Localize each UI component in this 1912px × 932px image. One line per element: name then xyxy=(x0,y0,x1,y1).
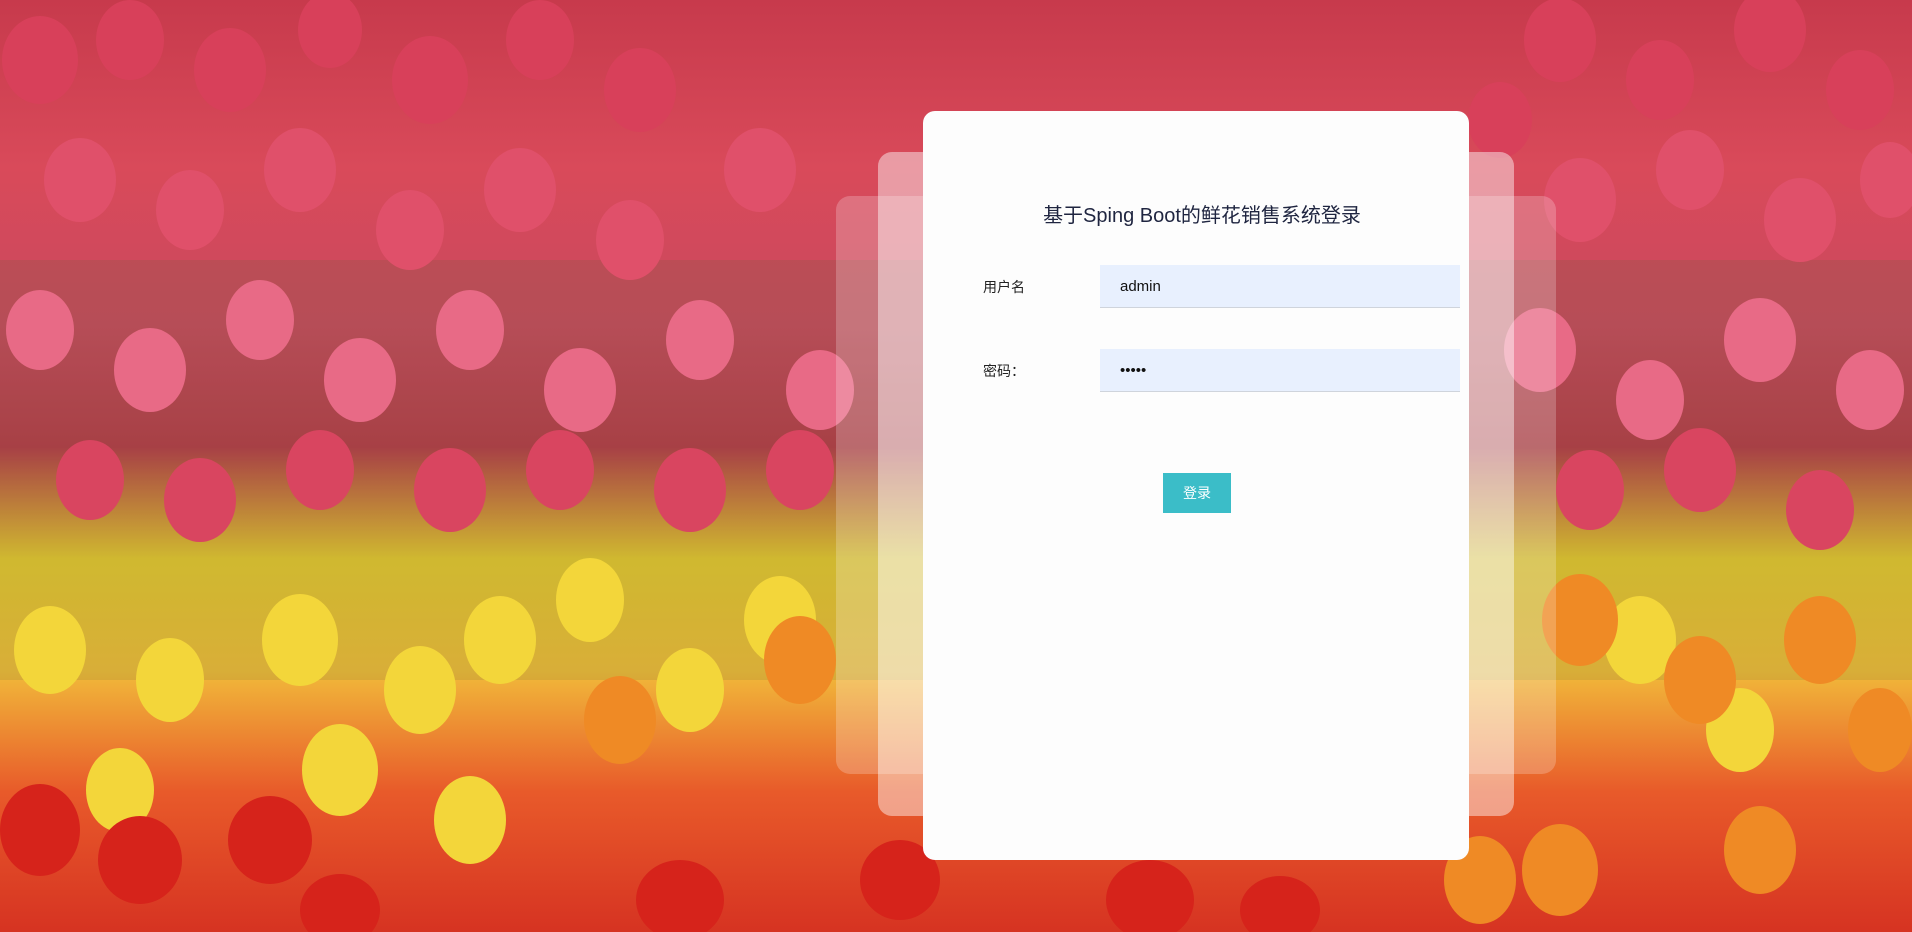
login-title: 基于Sping Boot的鲜花销售系统登录 xyxy=(1043,205,1361,227)
username-input[interactable] xyxy=(1100,265,1460,308)
username-row: 用户名 xyxy=(980,265,1480,310)
username-label: 用户名 xyxy=(983,279,1025,295)
password-input[interactable]: ••••• xyxy=(1100,349,1460,392)
password-row: 密码： ••••• xyxy=(980,349,1480,394)
password-label: 密码： xyxy=(983,363,1025,379)
login-card: 基于Sping Boot的鲜花销售系统登录 用户名 密码： ••••• 登录 xyxy=(923,111,1469,860)
login-button[interactable]: 登录 xyxy=(1163,473,1231,513)
